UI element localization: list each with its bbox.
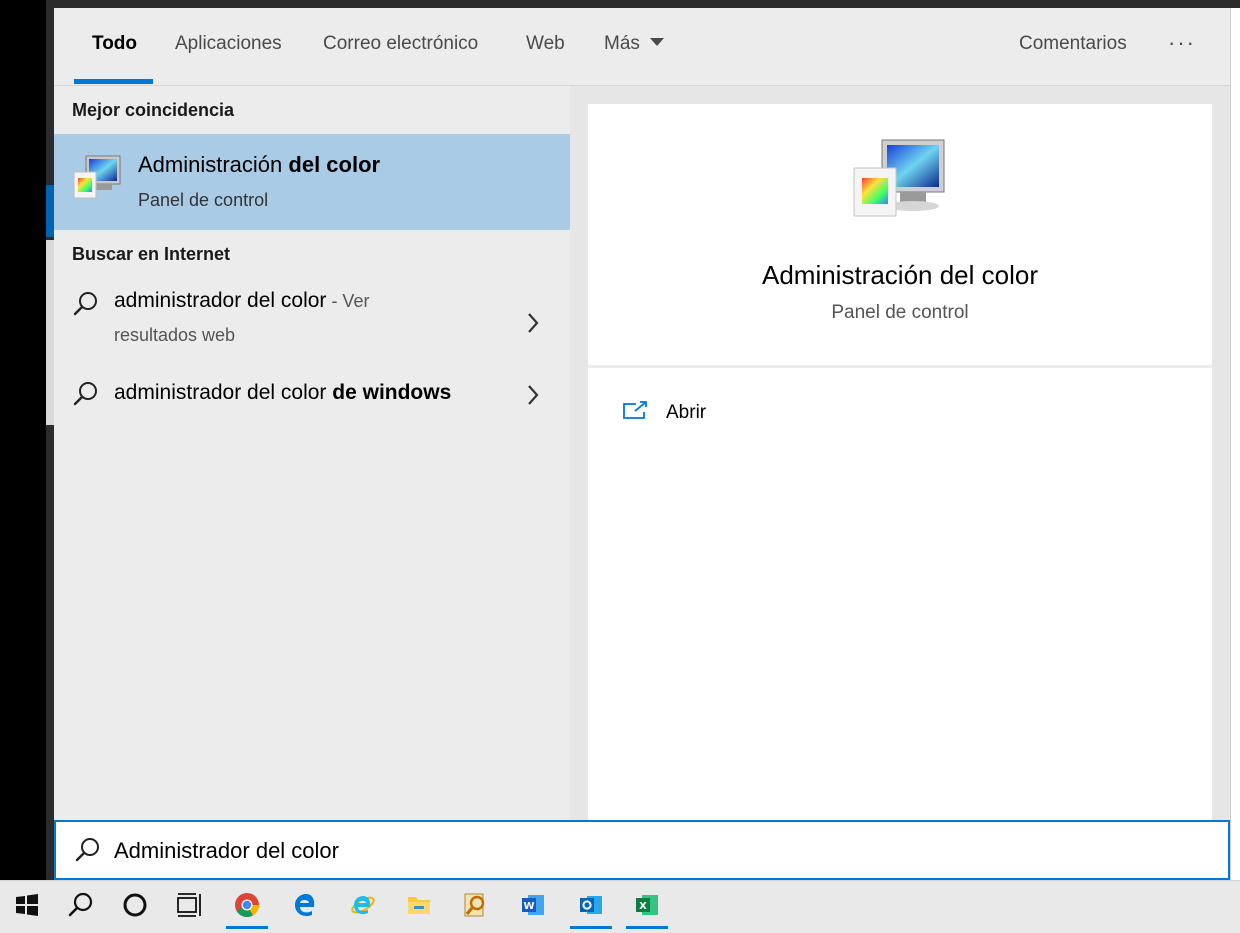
detail-header: Administración del color Panel de contro… (588, 104, 1212, 368)
running-indicator (226, 926, 268, 929)
start-button[interactable] (2, 881, 52, 929)
search-box (54, 820, 1230, 880)
start-icon (16, 894, 38, 916)
best-match-heading: Mejor coincidencia (72, 100, 235, 120)
search-icon (68, 892, 93, 917)
search-input[interactable] (114, 834, 1114, 868)
result-detail-pane: Administración del color Panel de contro… (588, 104, 1212, 820)
background-window-right (1230, 8, 1240, 880)
edge-icon (295, 894, 315, 916)
chevron-right-icon (528, 385, 539, 405)
outlook-icon (580, 896, 602, 914)
caret-down-icon (649, 38, 664, 46)
web-result-2-query: administrador del color (114, 381, 333, 404)
best-match-title-bold: del color (288, 152, 381, 177)
best-match-title-normal: Administración (138, 152, 289, 177)
outlook-button[interactable] (566, 881, 616, 929)
best-match-title: Administración del color (138, 152, 380, 178)
taskbar: W X (0, 880, 1240, 933)
file-explorer-button[interactable] (394, 881, 444, 929)
best-match-subtitle: Panel de control (138, 190, 269, 210)
web-result-1-line2: resultados web (114, 325, 236, 345)
tab-todo[interactable]: Todo (92, 33, 137, 55)
tab-mas-label: Más (604, 33, 640, 54)
excel-icon: X (636, 895, 658, 915)
detail-subtitle: Panel de control (831, 302, 969, 323)
more-options-button[interactable]: ··· (1168, 30, 1196, 56)
search-app-button[interactable] (450, 881, 500, 929)
background-titlebar (46, 0, 1240, 8)
search-app-icon (464, 893, 485, 917)
search-tabs: Todo Aplicaciones Correo electrónico Web… (54, 8, 1230, 86)
tab-mas[interactable]: Más (604, 33, 664, 55)
excel-button[interactable]: X (622, 881, 672, 929)
chrome-button[interactable] (222, 881, 272, 929)
tab-web[interactable]: Web (526, 33, 565, 55)
background-highlight (46, 185, 54, 237)
background-panel (46, 240, 54, 425)
svg-text:W: W (523, 901, 534, 912)
web-result-1-suffix: - Ver (326, 291, 370, 311)
search-icon (75, 838, 99, 862)
cortana-icon (123, 893, 147, 917)
edge-button[interactable] (280, 881, 330, 929)
tab-aplicaciones[interactable]: Aplicaciones (175, 33, 282, 55)
background-window-edge (46, 0, 54, 880)
detail-title: Administración del color (761, 260, 1038, 290)
feedback-button[interactable]: Comentarios (1019, 33, 1127, 55)
best-match-result[interactable]: Administración del color Panel de contro… (54, 134, 570, 230)
color-management-icon (853, 139, 945, 217)
svg-text:X: X (639, 901, 647, 912)
web-result-2[interactable]: administrador del color de windows (54, 372, 570, 420)
search-icon (73, 292, 97, 316)
task-view-button[interactable] (164, 881, 214, 929)
web-search-heading: Buscar en Internet (72, 244, 231, 264)
web-result-1[interactable]: administrador del color - Ver resultados … (54, 282, 570, 364)
internet-explorer-icon (351, 896, 375, 915)
chevron-right-icon (528, 313, 539, 333)
task-view-icon (177, 893, 201, 917)
open-label: Abrir (666, 402, 707, 423)
active-tab-indicator (74, 79, 153, 84)
running-indicator (626, 926, 668, 929)
web-result-2-text: administrador del color de windows (114, 376, 451, 410)
search-panel: Todo Aplicaciones Correo electrónico Web… (54, 8, 1230, 880)
tab-correo[interactable]: Correo electrónico (323, 33, 478, 55)
cortana-button[interactable] (110, 881, 160, 929)
word-button[interactable]: W (508, 881, 558, 929)
open-button[interactable]: Abrir (622, 396, 922, 432)
results-list: Mejor coincidencia Administración del co… (54, 86, 570, 820)
color-management-icon (73, 155, 121, 199)
web-result-1-query: administrador del color (114, 289, 327, 312)
word-icon: W (522, 895, 544, 915)
taskbar-search-button[interactable] (56, 881, 106, 929)
search-icon (73, 382, 97, 406)
internet-explorer-button[interactable] (338, 881, 388, 929)
web-result-1-text: administrador del color - Ver resultados … (114, 284, 369, 352)
file-explorer-icon (408, 897, 430, 914)
open-window-icon (623, 401, 647, 419)
web-result-2-bold: de windows (332, 381, 452, 404)
running-indicator (570, 926, 612, 929)
chrome-icon (235, 893, 259, 918)
